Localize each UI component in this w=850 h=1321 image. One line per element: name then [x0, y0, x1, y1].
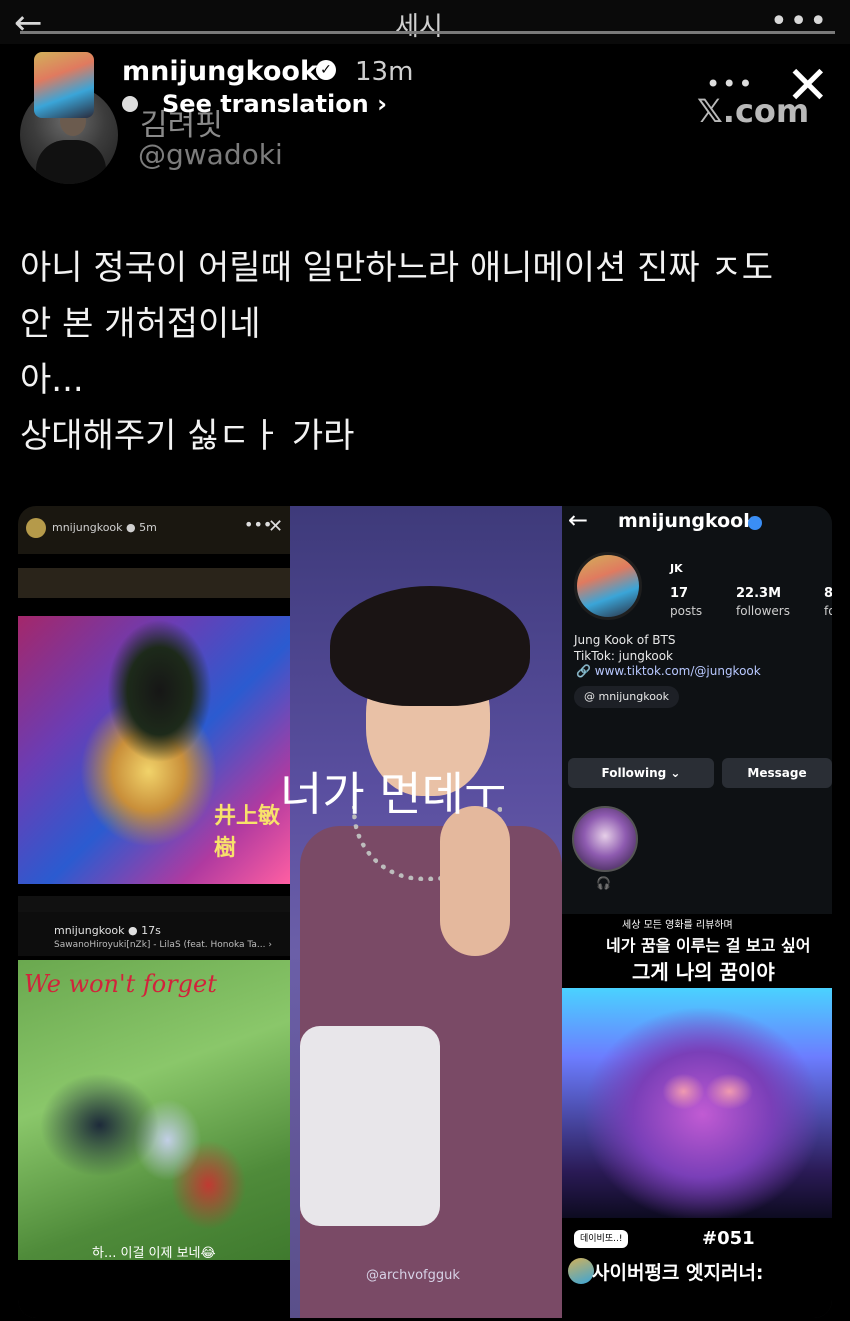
- music-label: SawanoHiroyuki[nZk] - LilaS (feat. Honok…: [54, 940, 272, 950]
- profile-avatar: [574, 552, 642, 620]
- story-highlight: [572, 806, 638, 872]
- center-caption: 너가 먼데ㅜ: [280, 767, 507, 821]
- profile-back-icon: ←: [568, 506, 589, 534]
- see-translation-link[interactable]: See translation ›: [162, 90, 387, 118]
- review-tag: 데이비또..!: [574, 1230, 629, 1248]
- tweet-line: 안 본 개허접이네: [20, 304, 261, 344]
- mini-avatar: [26, 518, 46, 538]
- photo-watermark: @archvofgguk: [366, 1268, 460, 1283]
- threads-pill: @ mnijungkook: [574, 686, 680, 708]
- story-caption: 하... 이걸 이제 보네😂: [92, 1246, 216, 1261]
- instagram-story-screenshot-bottom: mnijungkook ● 17s SawanoHiroyuki[nZk] - …: [18, 912, 290, 1318]
- posts-label: posts: [670, 604, 703, 618]
- profile-bio: Jung Kook of BTS TikTok: jungkook: [574, 632, 675, 664]
- instagram-profile-screenshot: ← mnijungkook JK 17 posts 22.3M follower…: [562, 506, 832, 1318]
- followers-count: 22.3M: [736, 586, 782, 601]
- photo-hand: [440, 806, 510, 956]
- back-arrow-icon[interactable]: ←: [14, 6, 43, 40]
- headphones-icon: 🎧: [596, 876, 611, 890]
- see-translation-label: See translation: [162, 90, 369, 118]
- profile-display-name: JK: [670, 562, 683, 575]
- verified-badge-icon: ✓: [316, 60, 336, 80]
- posts-count: 17: [670, 586, 689, 601]
- profile-link-text: www.tiktok.com/@jungkook: [594, 664, 761, 678]
- top-bar-divider: [20, 31, 835, 34]
- message-button: Message: [722, 758, 832, 788]
- profile-link: 🔗 www.tiktok.com/@jungkook: [576, 664, 761, 678]
- avatar-body: [36, 140, 106, 184]
- following-button: Following ⌄: [568, 758, 714, 788]
- following-count: 8: [824, 586, 832, 601]
- close-icon[interactable]: ✕: [786, 60, 830, 112]
- center-photo: 너가 먼데ㅜ @archvofgguk: [280, 506, 562, 1318]
- top-bar: ← 세시 •••: [0, 0, 850, 44]
- review-headline: 그게 나의 꿈이야: [632, 960, 775, 984]
- story-avatar[interactable]: [34, 52, 94, 118]
- artwork-script-text: We won't forget: [24, 970, 217, 998]
- photo-sleeve: [300, 1026, 440, 1226]
- episode-number: #051: [702, 1228, 755, 1249]
- tweet-text: 아니 정국이 어릴때 일만하느라 애니메이션 진짜 ㅈ도 안 본 개허접이네 아…: [20, 240, 840, 464]
- mini-username: mnijungkook ● 17s: [54, 924, 161, 937]
- threads-pill-label: mnijungkook: [598, 690, 670, 703]
- story-time: 13m: [355, 57, 414, 87]
- tweet-line: 아니 정국이 어릴때 일만하느라 애니메이션 진짜 ㅈ도: [20, 248, 774, 288]
- following-label: fo: [824, 604, 832, 618]
- mini-close-icon: ✕: [268, 516, 284, 537]
- photo-hair: [330, 586, 530, 706]
- review-line: 네가 꿈을 이루는 걸 보고 싶어: [606, 936, 811, 955]
- bio-line: TikTok: jungkook: [574, 649, 673, 663]
- profile-verified-icon: [748, 516, 762, 530]
- tweet-line: 상대해주기 싫ㄷㅏ 가라: [20, 416, 355, 456]
- mini-username: mnijungkook ● 5m: [52, 521, 157, 534]
- profile-username: mnijungkook: [618, 510, 756, 532]
- story-band: [18, 568, 290, 598]
- review-subtitle: 세상 모든 영화를 리뷰하며: [622, 920, 733, 931]
- episode-title: 사이버펑크 엣지러너:: [592, 1262, 764, 1284]
- author-handle[interactable]: @gwadoki: [138, 138, 283, 171]
- translate-icon: [122, 96, 138, 112]
- followers-label: followers: [736, 604, 790, 618]
- kanji-caption: 井上敏樹: [214, 804, 281, 861]
- tweet-image-collage[interactable]: mnijungkook ● 5m ••• ✕ 井上敏樹 mnijungkook …: [18, 506, 832, 1318]
- top-bar-title: 세시: [395, 12, 443, 42]
- cyberpunk-artwork: [562, 988, 832, 1218]
- instagram-story-screenshot-top: mnijungkook ● 5m ••• ✕ 井上敏樹: [18, 506, 290, 896]
- bio-line: Jung Kook of BTS: [574, 633, 676, 647]
- story-username[interactable]: mnijungkook: [122, 56, 318, 87]
- chevron-right-icon: ›: [377, 90, 388, 118]
- anime-group-artwork: [18, 960, 290, 1260]
- tweet-line: 아...: [20, 360, 84, 400]
- episode-avatar: [568, 1258, 594, 1284]
- more-horizontal-icon[interactable]: •••: [770, 4, 829, 39]
